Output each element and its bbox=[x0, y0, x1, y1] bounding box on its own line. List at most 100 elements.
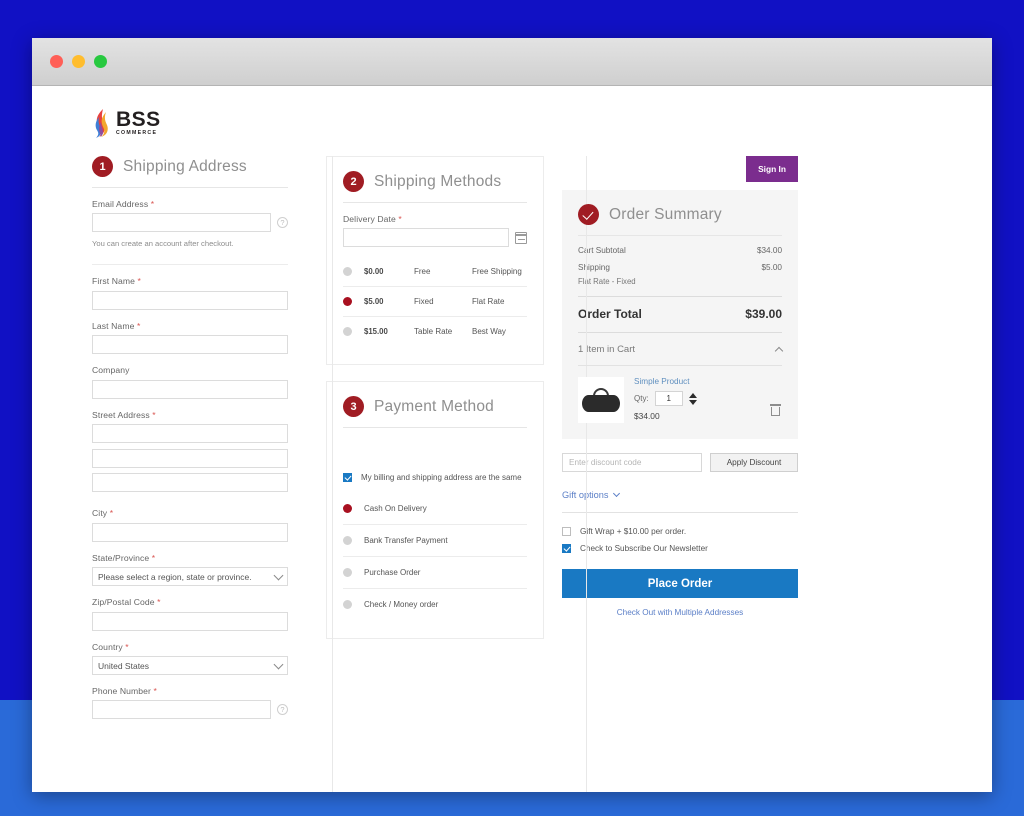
email-label: Email Address * bbox=[92, 199, 288, 209]
gift-options-toggle[interactable]: Gift options bbox=[562, 489, 798, 500]
browser-titlebar bbox=[32, 38, 992, 86]
product-thumbnail bbox=[578, 377, 624, 423]
stepper-down-icon[interactable] bbox=[688, 399, 697, 405]
street-line-3-input[interactable] bbox=[92, 473, 288, 492]
gift-wrap-checkbox[interactable] bbox=[562, 527, 571, 536]
email-label-text: Email Address bbox=[92, 199, 149, 209]
brand-tagline: COMMERCE bbox=[116, 130, 158, 137]
billing-same-row[interactable]: My billing and shipping address are the … bbox=[343, 462, 527, 493]
discount-code-input[interactable] bbox=[562, 453, 702, 472]
email-help-icon[interactable]: ? bbox=[277, 217, 288, 228]
step-badge-2: 2 bbox=[343, 171, 364, 192]
city-input[interactable] bbox=[92, 522, 288, 542]
product-name-link[interactable]: Simple Product bbox=[634, 377, 782, 386]
payment-option-radio[interactable] bbox=[343, 568, 352, 577]
street-required-mark: * bbox=[152, 409, 156, 420]
street-line-1-input[interactable] bbox=[92, 424, 288, 443]
shipping-method-row[interactable]: $15.00 Table Rate Best Way bbox=[343, 317, 527, 346]
email-required-mark: * bbox=[150, 199, 155, 209]
step-badge-3: 3 bbox=[343, 396, 364, 417]
payment-option-radio[interactable] bbox=[343, 600, 352, 609]
shipping-address-column: 1 Shipping Address Email Address * ? You… bbox=[92, 156, 310, 735]
shipping-method-row[interactable]: $5.00 Fixed Flat Rate bbox=[343, 287, 527, 317]
phone-label: Phone Number bbox=[92, 686, 152, 696]
payment-option-radio[interactable] bbox=[343, 504, 352, 513]
phone-required-mark: * bbox=[153, 686, 157, 696]
shipping-method-name: Best Way bbox=[472, 327, 506, 336]
phone-input[interactable] bbox=[92, 700, 271, 719]
remove-item-icon[interactable] bbox=[770, 404, 781, 416]
delivery-date-input[interactable] bbox=[343, 228, 509, 247]
chevron-up-icon bbox=[774, 346, 784, 356]
divider bbox=[92, 264, 288, 265]
shipping-method-price: $15.00 bbox=[364, 327, 388, 336]
shipping-method-radio[interactable] bbox=[343, 327, 352, 336]
divider bbox=[92, 187, 288, 188]
shipping-address-card: 1 Shipping Address Email Address * ? You… bbox=[92, 156, 288, 719]
company-input[interactable] bbox=[92, 379, 288, 399]
checkout-page: BSS COMMERCE 1 Shipping Address Email Ad… bbox=[32, 86, 992, 792]
shipping-method-carrier: Table Rate bbox=[414, 327, 453, 336]
last-name-input[interactable] bbox=[92, 335, 288, 354]
payment-option-radio[interactable] bbox=[343, 536, 352, 545]
newsletter-row[interactable]: Check to Subscribe Our Newsletter bbox=[562, 540, 798, 557]
payment-option-row[interactable]: Check / Money order bbox=[343, 588, 527, 620]
minimize-icon[interactable] bbox=[72, 55, 85, 68]
first-name-required-mark: * bbox=[137, 276, 141, 286]
shipping-method-carrier: Fixed bbox=[414, 297, 434, 306]
last-name-required-mark: * bbox=[136, 320, 141, 331]
check-icon bbox=[578, 204, 599, 225]
payment-method-header: 3 Payment Method bbox=[343, 396, 527, 427]
first-name-input[interactable] bbox=[92, 290, 288, 310]
payment-option-row[interactable]: Cash On Delivery bbox=[343, 493, 527, 524]
close-icon[interactable] bbox=[50, 55, 63, 68]
state-select[interactable]: Please select a region, state or provinc… bbox=[92, 567, 288, 586]
qty-stepper[interactable] bbox=[688, 392, 697, 405]
country-field-group: Country * United States bbox=[92, 642, 288, 675]
shipping-methods-title: Shipping Methods bbox=[374, 172, 502, 190]
payment-option-row[interactable]: Purchase Order bbox=[343, 556, 527, 588]
billing-same-checkbox[interactable] bbox=[343, 473, 352, 482]
shipping-method-radio[interactable] bbox=[343, 267, 352, 276]
shipping-method-row[interactable]: $0.00 Free Free Shipping bbox=[343, 257, 527, 287]
payment-option-label: Purchase Order bbox=[364, 568, 421, 577]
first-name-label: First Name bbox=[92, 276, 136, 286]
summary-line-value: $34.00 bbox=[756, 246, 782, 255]
state-label: State/Province bbox=[92, 552, 150, 563]
payment-option-row[interactable]: Bank Transfer Payment bbox=[343, 524, 527, 556]
payment-spacer bbox=[343, 428, 527, 462]
shipping-method-radio[interactable] bbox=[343, 297, 352, 306]
shipping-address-title: Shipping Address bbox=[123, 157, 247, 175]
summary-line-label: Shipping bbox=[578, 263, 610, 272]
maximize-icon[interactable] bbox=[94, 55, 107, 68]
shipping-method-name: Flat Rate bbox=[472, 297, 505, 306]
phone-help-icon[interactable]: ? bbox=[277, 704, 288, 715]
street-line-2-input[interactable] bbox=[92, 448, 288, 468]
qty-input[interactable] bbox=[654, 391, 683, 406]
column-divider bbox=[332, 156, 333, 792]
cart-toggle[interactable]: 1 Item in Cart bbox=[578, 332, 784, 356]
product-price: $34.00 bbox=[634, 411, 660, 421]
calendar-icon[interactable] bbox=[515, 231, 527, 244]
payment-option-label: Check / Money order bbox=[364, 600, 439, 609]
zip-input[interactable] bbox=[92, 611, 288, 631]
summary-line: Shipping $5.00 bbox=[578, 259, 782, 276]
shipping-methods-header: 2 Shipping Methods bbox=[343, 171, 527, 202]
state-required-mark: * bbox=[151, 552, 156, 563]
city-label: City bbox=[92, 508, 108, 518]
order-summary-column: Sign In Order Summary Cart Subtotal $34.… bbox=[562, 156, 798, 617]
email-field-group: Email Address * ? You can create an acco… bbox=[92, 199, 288, 248]
apply-discount-button[interactable]: Apply Discount bbox=[710, 453, 798, 472]
gift-wrap-row[interactable]: Gift Wrap + $10.00 per order. bbox=[562, 523, 798, 540]
stepper-up-icon[interactable] bbox=[688, 392, 697, 398]
sign-in-button[interactable]: Sign In bbox=[746, 156, 798, 182]
last-name-label: Last Name bbox=[92, 320, 135, 331]
multiple-addresses-link[interactable]: Check Out with Multiple Addresses bbox=[562, 608, 798, 617]
last-name-field-group: Last Name * bbox=[92, 320, 288, 354]
country-select[interactable]: United States bbox=[92, 656, 288, 675]
newsletter-checkbox[interactable] bbox=[562, 544, 571, 553]
brand-logo[interactable]: BSS COMMERCE bbox=[92, 108, 932, 138]
company-field-group: Company bbox=[92, 365, 288, 399]
place-order-button[interactable]: Place Order bbox=[562, 569, 798, 598]
email-input[interactable] bbox=[92, 213, 271, 232]
